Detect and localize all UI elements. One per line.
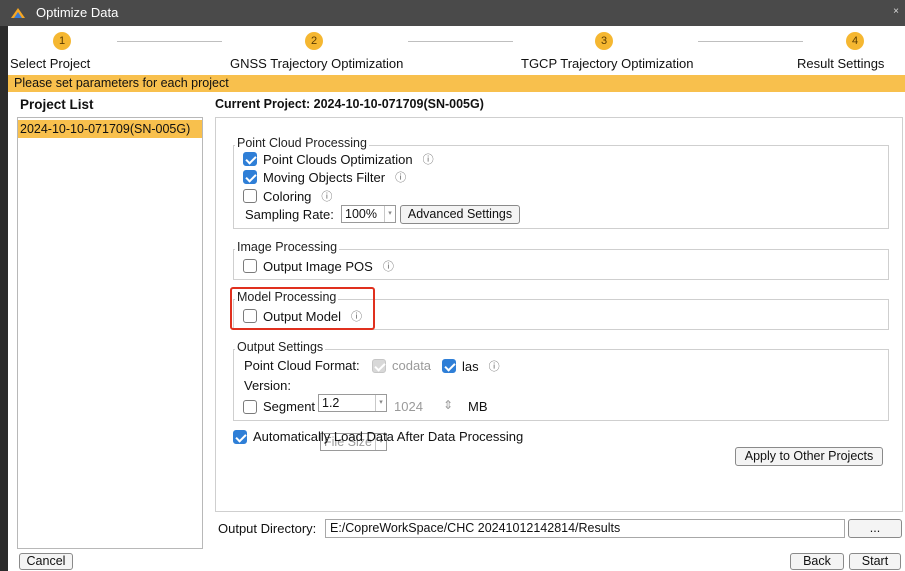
- auto-load-label: Automatically Load Data After Data Proce…: [253, 429, 524, 444]
- las-label: las: [462, 358, 479, 374]
- segment-checkbox[interactable]: [243, 399, 257, 414]
- las-option[interactable]: las ⓘ: [442, 358, 500, 374]
- cancel-button[interactable]: Cancel: [19, 553, 73, 570]
- close-icon[interactable]: ×: [893, 6, 899, 17]
- start-button[interactable]: Start: [849, 553, 901, 570]
- version-value: 1.2: [322, 396, 340, 410]
- step-1-label: Select Project: [10, 56, 91, 71]
- version-label: Version:: [244, 378, 291, 393]
- info-icon[interactable]: ⓘ: [321, 188, 332, 204]
- image-processing-legend: Image Processing: [235, 240, 340, 254]
- segment-unit-label: MB: [468, 399, 488, 414]
- coloring-label: Coloring: [263, 188, 312, 204]
- auto-load-checkbox[interactable]: [233, 429, 247, 444]
- step-3-indicator: 3: [595, 32, 613, 50]
- apply-to-other-projects-button[interactable]: Apply to Other Projects: [735, 447, 883, 466]
- sampling-rate-label: Sampling Rate:: [245, 207, 334, 222]
- instruction-banner: Please set parameters for each project: [8, 75, 905, 92]
- info-icon[interactable]: ⓘ: [423, 151, 434, 167]
- coloring-checkbox[interactable]: [243, 189, 257, 203]
- sampling-rate-value: 100%: [345, 207, 377, 221]
- segment-label: Segment: [263, 399, 316, 414]
- codata-label: codata: [392, 358, 432, 373]
- browse-button[interactable]: ...: [848, 519, 902, 538]
- back-button[interactable]: Back: [790, 553, 844, 570]
- project-list-item[interactable]: 2024-10-10-071709(SN-005G): [18, 120, 202, 138]
- moving-objects-filter-label: Moving Objects Filter: [263, 169, 386, 185]
- las-checkbox[interactable]: [442, 359, 456, 373]
- step-connector: [117, 41, 222, 42]
- coloring-option[interactable]: Coloring ⓘ: [243, 188, 332, 204]
- point-cloud-legend: Point Cloud Processing: [235, 136, 369, 150]
- info-icon[interactable]: ⓘ: [395, 169, 406, 185]
- output-image-pos-checkbox[interactable]: [243, 259, 257, 273]
- model-processing-highlight: [230, 287, 375, 330]
- info-icon[interactable]: ⓘ: [383, 258, 394, 274]
- chevron-down-icon: ▾: [384, 206, 395, 222]
- project-list: 2024-10-10-071709(SN-005G): [17, 117, 203, 549]
- spinner-icon: ⇕: [443, 398, 454, 412]
- step-2-label: GNSS Trajectory Optimization: [230, 56, 404, 71]
- output-image-pos-label: Output Image POS: [263, 258, 373, 274]
- moving-objects-filter-option[interactable]: Moving Objects Filter ⓘ: [243, 169, 406, 185]
- codata-option: codata: [372, 358, 431, 373]
- step-4-label: Result Settings: [797, 56, 885, 71]
- window-left-border: [0, 26, 8, 571]
- app-logo-icon: [11, 8, 25, 18]
- title-bar: Optimize Data ×: [0, 0, 905, 26]
- output-directory-label: Output Directory:: [218, 521, 317, 536]
- step-connector: [698, 41, 803, 42]
- output-directory-field[interactable]: E:/CopreWorkSpace/CHC 20241012142814/Res…: [325, 519, 845, 538]
- advanced-settings-button[interactable]: Advanced Settings: [400, 205, 520, 224]
- info-icon[interactable]: ⓘ: [489, 358, 500, 374]
- segment-option[interactable]: Segment: [243, 399, 315, 414]
- segment-size-value: 1024: [394, 399, 423, 414]
- step-3-label: TGCP Trajectory Optimization: [521, 56, 694, 71]
- step-1-indicator: 1: [53, 32, 71, 50]
- project-list-title: Project List: [20, 97, 94, 112]
- codata-checkbox: [372, 358, 386, 373]
- output-image-pos-option[interactable]: Output Image POS ⓘ: [243, 258, 394, 274]
- point-clouds-optimization-checkbox[interactable]: [243, 152, 257, 166]
- moving-objects-filter-checkbox[interactable]: [243, 170, 257, 184]
- current-project-title: Current Project: 2024-10-10-071709(SN-00…: [215, 97, 484, 111]
- version-select[interactable]: 1.2 ▾: [318, 394, 387, 412]
- point-clouds-optimization-label: Point Clouds Optimization: [263, 151, 413, 167]
- output-settings-legend: Output Settings: [235, 340, 326, 354]
- point-clouds-optimization-option[interactable]: Point Clouds Optimization ⓘ: [243, 151, 434, 167]
- point-cloud-format-label: Point Cloud Format:: [244, 358, 360, 373]
- chevron-down-icon: ▾: [375, 395, 386, 411]
- auto-load-option[interactable]: Automatically Load Data After Data Proce…: [233, 429, 523, 444]
- step-2-indicator: 2: [305, 32, 323, 50]
- window-title: Optimize Data: [36, 5, 119, 20]
- step-connector: [408, 41, 513, 42]
- step-4-indicator: 4: [846, 32, 864, 50]
- sampling-rate-select[interactable]: 100% ▾: [341, 205, 396, 223]
